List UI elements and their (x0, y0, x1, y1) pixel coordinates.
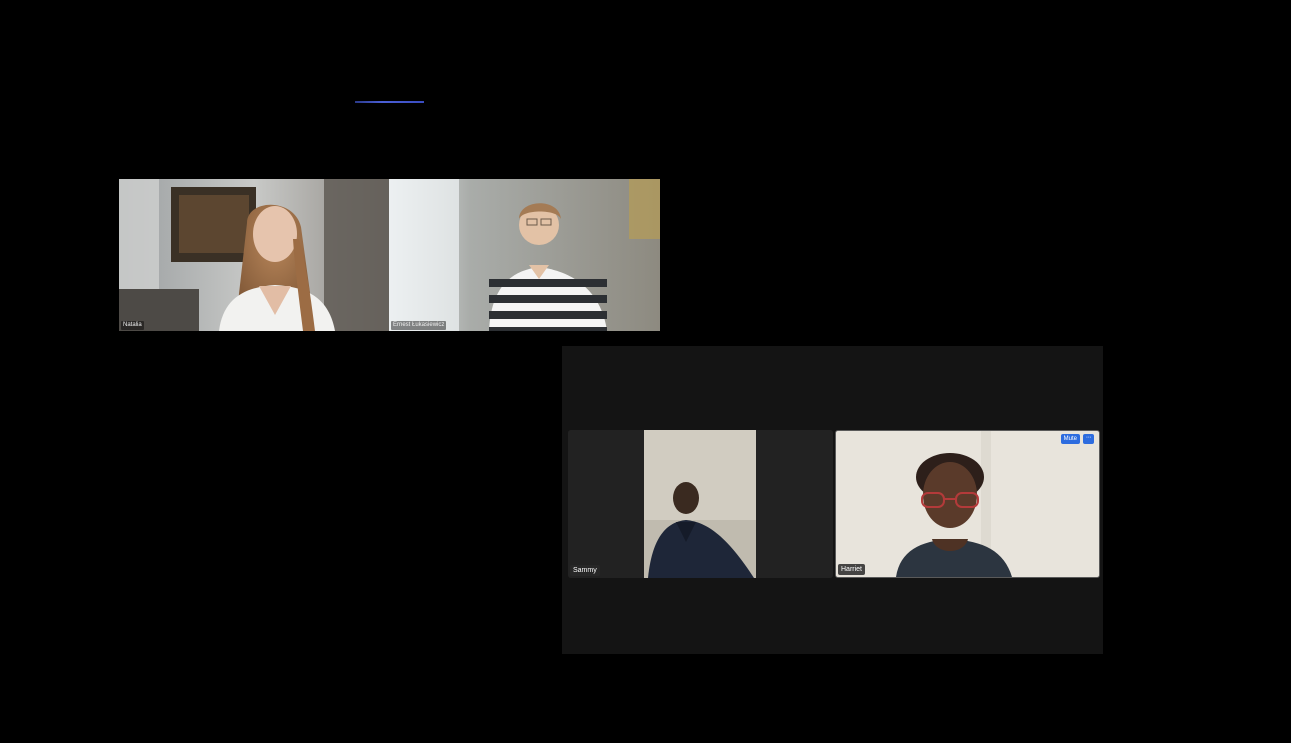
video-tile-natalia[interactable]: Natalia (119, 179, 389, 331)
more-options-icon[interactable]: ··· (1083, 434, 1094, 444)
participant-name: Harriet (838, 564, 866, 575)
participant-name: Sammy (570, 565, 600, 576)
video-tile-sammy[interactable]: Sammy (568, 430, 833, 578)
video-feed-sammy (568, 430, 833, 578)
participant-name: Ernest Łukasiewicz (391, 321, 447, 330)
participant-name: Natalia (121, 321, 144, 330)
video-tile-harriet[interactable]: Harriet Mute ··· (835, 430, 1100, 578)
video-feed-natalia (119, 179, 389, 331)
video-tile-ernest[interactable]: Ernest Łukasiewicz (389, 179, 660, 331)
screen: Natalia Ernest Łukasiewicz Sammy Harriet… (0, 0, 1291, 743)
video-call-window-top: Natalia Ernest Łukasiewicz (119, 179, 660, 331)
link-underline (355, 101, 424, 103)
video-feed-ernest (389, 179, 660, 331)
video-call-window-bottom: Sammy Harriet Mute ··· (562, 346, 1103, 654)
video-feed-harriet (836, 431, 1099, 577)
mute-button[interactable]: Mute (1060, 434, 1080, 444)
